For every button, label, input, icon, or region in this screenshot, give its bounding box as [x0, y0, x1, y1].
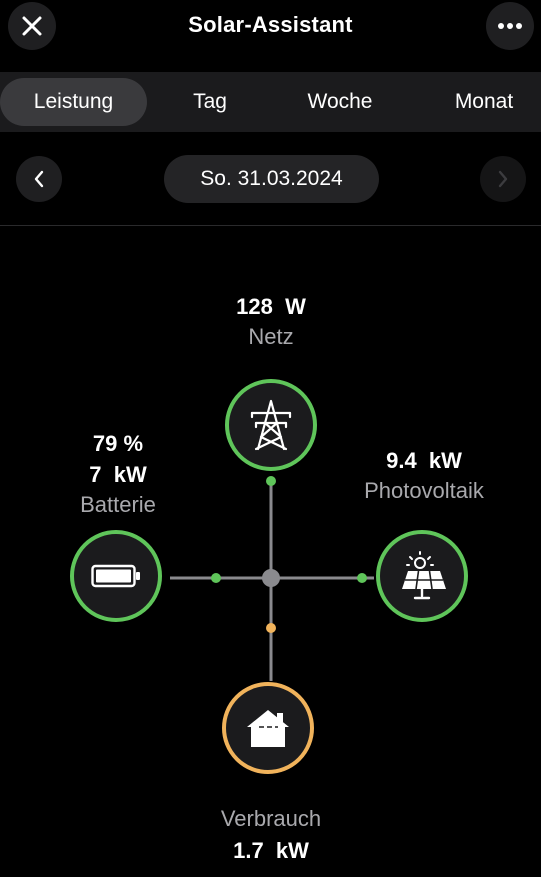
grid-power-value: 128 W [236, 294, 306, 319]
consumption-label: Verbrauch [220, 806, 322, 831]
battery-power-value: 7 kW [89, 462, 147, 487]
pv-label: Photovoltaik [364, 478, 484, 503]
solar-panel-icon [402, 551, 446, 600]
battery-flow-dot [211, 573, 221, 583]
power-tower-icon [250, 399, 292, 451]
grid-node[interactable] [225, 379, 317, 471]
grid-flow-dot [266, 476, 276, 486]
pv-node[interactable] [376, 530, 468, 622]
battery-percent-value: 79 % [92, 431, 144, 456]
flow-hub [262, 569, 280, 587]
battery-icon [91, 564, 140, 588]
house-icon [247, 710, 289, 747]
consumption-power-value: 1.7 kW [233, 838, 309, 863]
pv-flow-dot [357, 573, 367, 583]
consumption-node[interactable] [222, 682, 314, 774]
consumption-flow-dot [266, 623, 276, 633]
pv-power-value: 9.4 kW [386, 448, 462, 473]
grid-label: Netz [248, 324, 294, 349]
battery-label: Batterie [80, 492, 156, 517]
battery-node[interactable] [70, 530, 162, 622]
